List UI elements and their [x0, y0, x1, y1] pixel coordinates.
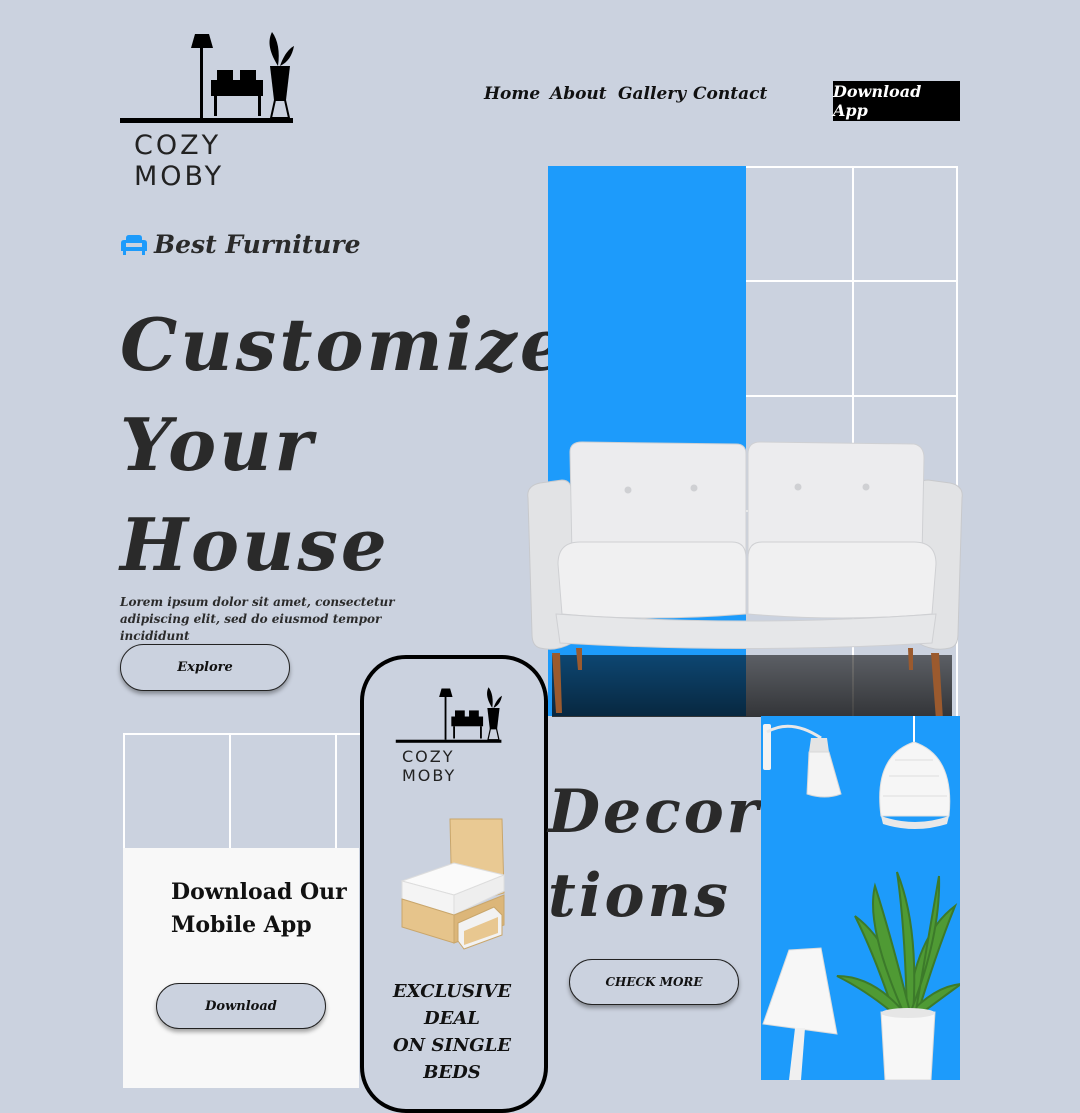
- sofa-image: [527, 441, 963, 720]
- exclusive-deal-text: EXCLUSIVE DEAL ON SINGLE BEDS: [368, 978, 536, 1086]
- deal-line-1: EXCLUSIVE DEAL: [392, 981, 512, 1029]
- deal-line-2: ON SINGLE BEDS: [392, 1035, 512, 1083]
- nav-home[interactable]: Home: [484, 84, 540, 104]
- hero-title-line-1: Customize: [120, 302, 569, 387]
- download-app-title-line-1: Download Our: [171, 879, 347, 905]
- bottom-left-grid: [123, 733, 360, 848]
- armchair-icon: [121, 234, 147, 255]
- nav-contact[interactable]: Contact: [693, 84, 767, 104]
- nav-gallery[interactable]: Gallery: [618, 84, 686, 104]
- download-app-title: Download Our Mobile App: [171, 876, 347, 942]
- brand-name: COZY MOBY: [134, 130, 225, 192]
- explore-button[interactable]: Explore: [120, 644, 290, 691]
- hero-title-line-2: Your: [120, 402, 316, 487]
- wall-lamp-icon: [763, 724, 842, 798]
- download-app-title-line-2: Mobile App: [171, 912, 312, 938]
- hero-title-line-3: House: [120, 502, 390, 587]
- phone-logo-icon: [395, 687, 503, 743]
- logo-furniture-icon: [120, 32, 294, 123]
- download-button[interactable]: Download: [156, 983, 326, 1029]
- pendant-lamp-icon: [879, 716, 951, 829]
- potted-plant-icon: [836, 871, 960, 1080]
- phone-brand-name: COZY MOBY: [402, 747, 457, 785]
- hero-tag: Best Furniture: [120, 230, 361, 259]
- hero-description: Lorem ipsum dolor sit amet, consectetur …: [120, 595, 395, 643]
- download-app-button[interactable]: Download App: [833, 81, 960, 121]
- single-bed-image: [400, 818, 506, 950]
- logo[interactable]: COZY MOBY: [118, 30, 298, 192]
- decorations-panel: [761, 716, 960, 1080]
- hero-title: Customize Your House: [120, 295, 569, 595]
- hero-tag-label: Best Furniture: [154, 230, 361, 259]
- nav-about[interactable]: About: [550, 84, 607, 104]
- check-more-button[interactable]: CHECK MORE: [569, 959, 739, 1005]
- phone-logo: COZY MOBY: [392, 686, 507, 785]
